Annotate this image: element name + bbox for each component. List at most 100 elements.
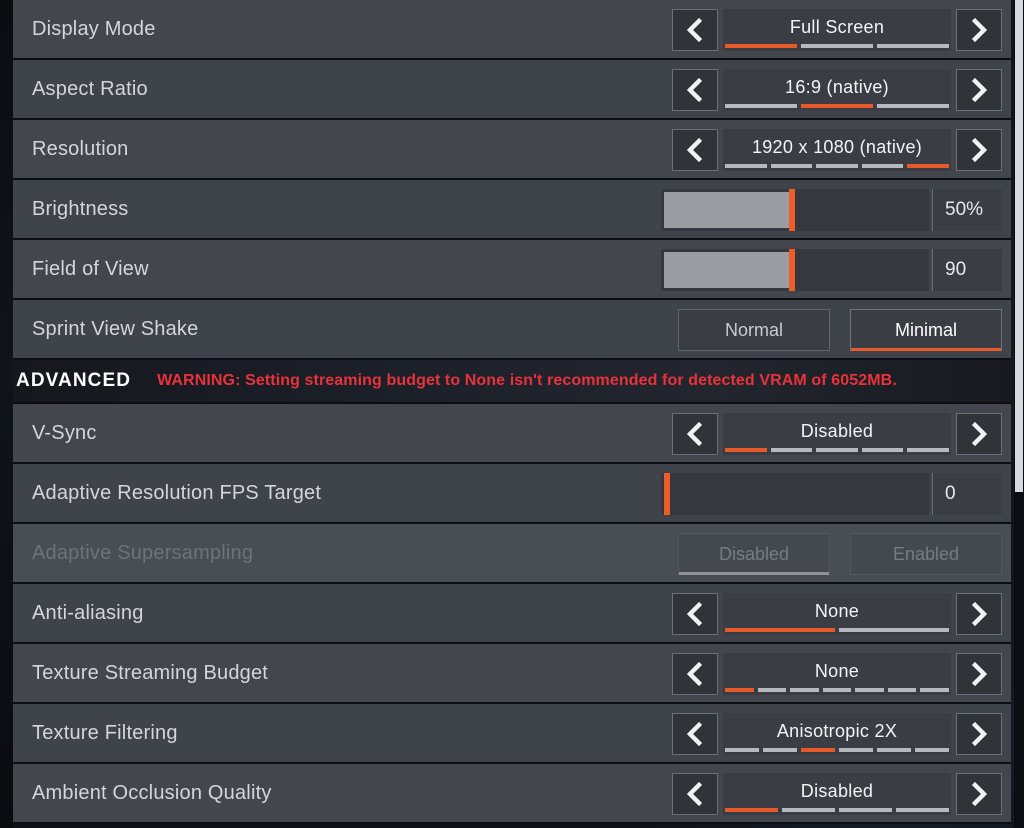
toggle-option-label: Normal [724,319,783,340]
slider-fill [664,252,792,288]
option-segment [725,628,835,632]
setting-label: Adaptive Supersampling [32,541,254,564]
setting-row[interactable]: Field of View 90 [13,240,1011,300]
setting-row[interactable]: Sprint View Shake Normal Minimal [13,300,1011,360]
next-option-button[interactable] [956,413,1002,455]
prev-option-button[interactable] [672,413,718,455]
option-position-indicator [723,628,951,632]
slider-value: 50% [932,189,1002,231]
slider-handle[interactable] [664,473,670,515]
setting-row[interactable]: V-Sync Disabled [13,404,1011,464]
prev-option-button[interactable] [672,69,718,111]
option-segment [839,748,873,752]
selector-value-box[interactable]: Disabled [723,773,951,815]
setting-row[interactable]: Texture Streaming Budget None [13,644,1011,704]
selector-value-box[interactable]: Full Screen [723,9,951,51]
selector-value-box[interactable]: 16:9 (native) [723,69,951,111]
next-option-button[interactable] [956,773,1002,815]
option-segment [877,104,949,108]
option-segment [790,688,819,692]
next-option-button[interactable] [956,9,1002,51]
prev-option-button[interactable] [672,653,718,695]
selector-value: None [814,661,860,681]
toggle-option-button: Enabled [850,533,1002,575]
toggle-option-button[interactable]: Minimal [850,309,1002,351]
option-segment [822,688,852,692]
selector-control: None [672,644,1002,704]
option-position-indicator [723,104,951,108]
option-segment [725,164,767,168]
selector-value: Full Screen [789,17,885,37]
setting-row[interactable]: Ambient Occlusion Quality Disabled [13,764,1011,824]
selector-value-box[interactable]: Anisotropic 2X [723,713,951,755]
setting-label: Display Mode [32,17,156,40]
chevron-left-icon [683,137,707,163]
slider-handle[interactable] [789,249,795,291]
prev-option-button[interactable] [672,129,718,171]
chevron-left-icon [683,781,707,807]
setting-label: Brightness [32,197,129,220]
next-option-button[interactable] [956,593,1002,635]
toggle-option-label: Enabled [892,543,960,564]
option-segment [877,44,949,48]
selector-value-box[interactable]: 1920 x 1080 (native) [723,129,951,171]
chevron-left-icon [683,421,707,447]
prev-option-button[interactable] [672,773,718,815]
selector-value-box[interactable]: Disabled [723,413,951,455]
option-position-indicator [723,808,951,812]
prev-option-button[interactable] [672,713,718,755]
slider-track[interactable] [661,189,929,231]
selector-value: None [814,601,860,621]
selector-control: Full Screen [672,0,1002,60]
option-segment [920,688,950,692]
toggle-options: Disabled Enabled [678,533,1002,575]
scrollbar-thumb[interactable] [1015,0,1023,492]
scrollbar-track[interactable] [1014,0,1024,828]
toggle-options: Normal Minimal [678,309,1002,351]
selector-value: 16:9 (native) [785,77,889,97]
selector-value-box[interactable]: None [723,653,951,695]
chevron-left-icon [683,661,707,687]
prev-option-button[interactable] [672,593,718,635]
option-segment [839,628,949,632]
setting-label: Adaptive Resolution FPS Target [32,481,322,504]
chevron-left-icon [683,77,707,103]
slider-track[interactable] [661,249,929,291]
slider-value: 0 [932,473,1002,515]
setting-row[interactable]: Anti-aliasing None [13,584,1011,644]
chevron-left-icon [683,721,707,747]
option-segment [816,164,858,168]
next-option-button[interactable] [956,129,1002,171]
option-position-indicator [723,164,951,168]
chevron-right-icon [967,721,991,747]
next-option-button[interactable] [956,653,1002,695]
toggle-control: Normal Minimal [678,300,1002,360]
slider-handle[interactable] [789,189,795,231]
slider-value: 90 [932,249,1002,291]
selector-value-box[interactable]: None [723,593,951,635]
settings-list: Display Mode Full Screen Aspect Ratio 16:9 … [13,0,1011,824]
selector-control: Anisotropic 2X [672,704,1002,764]
next-option-button[interactable] [956,69,1002,111]
option-segment [770,164,813,168]
option-segment [725,808,778,812]
option-segment [861,448,904,452]
next-option-button[interactable] [956,713,1002,755]
option-segment [801,748,835,752]
setting-label: Anti-aliasing [32,601,144,624]
toggle-option-label: Disabled [718,543,790,564]
setting-row[interactable]: Resolution 1920 x 1080 (native) [13,120,1011,180]
setting-row[interactable]: Brightness 50% [13,180,1011,240]
setting-row[interactable]: Display Mode Full Screen [13,0,1011,60]
setting-label: V-Sync [32,421,97,444]
setting-label: Sprint View Shake [32,317,199,340]
option-position-indicator [723,688,951,692]
setting-row[interactable]: Aspect Ratio 16:9 (native) [13,60,1011,120]
slider-track[interactable] [661,473,929,515]
prev-option-button[interactable] [672,9,718,51]
toggle-option-button[interactable]: Normal [678,309,830,351]
option-segment [855,688,884,692]
setting-row[interactable]: Adaptive Resolution FPS Target 0 [13,464,1011,524]
setting-label: Ambient Occlusion Quality [32,781,272,804]
setting-row[interactable]: Texture Filtering Anisotropic 2X [13,704,1011,764]
